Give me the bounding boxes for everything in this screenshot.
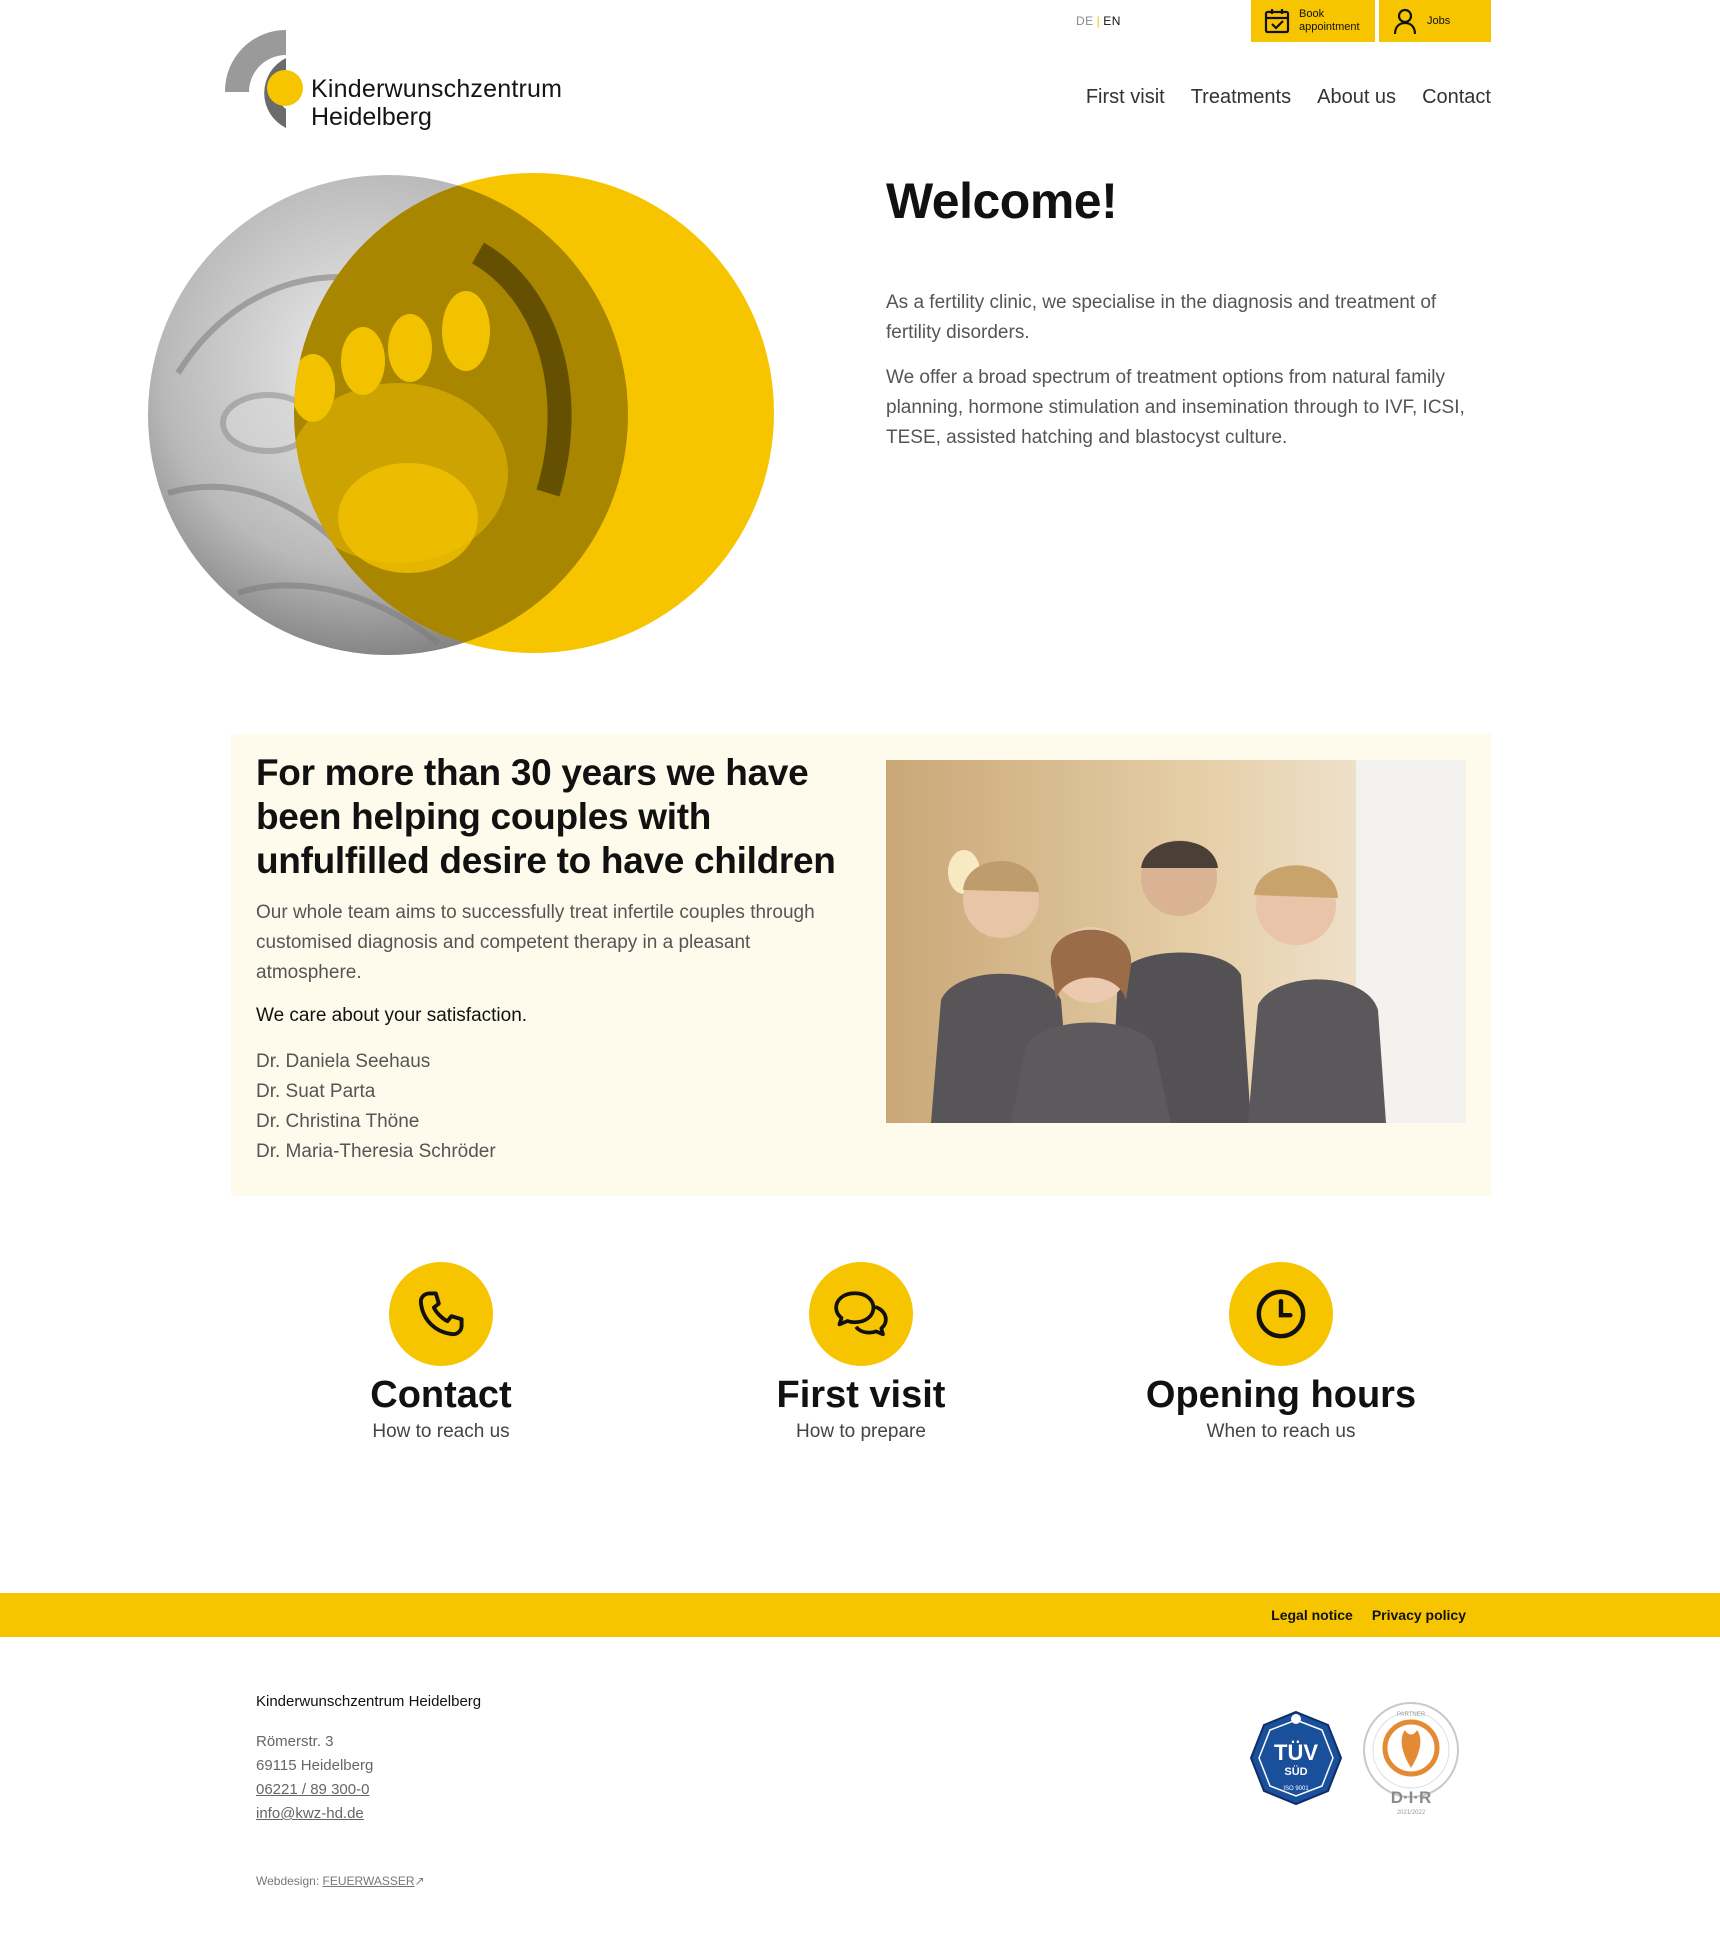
hero-title: Welcome!	[886, 173, 1118, 229]
feature-icon-circle	[1229, 1262, 1333, 1366]
feature-icon-circle	[809, 1262, 913, 1366]
doctor-name: Dr. Daniela Seehaus	[256, 1051, 431, 1072]
team-intro: Our whole team aims to successfully trea…	[256, 902, 815, 983]
user-icon	[1391, 7, 1419, 35]
footer-street: Römerstr. 3	[256, 1733, 334, 1750]
footer-clinic-name: Kinderwunschzentrum Heidelberg	[256, 1693, 482, 1710]
lang-separator: |	[1096, 14, 1101, 28]
credit-link[interactable]: FEUERWASSER	[323, 1874, 415, 1888]
nav-contact[interactable]: Contact	[1422, 86, 1491, 109]
dir-years: 2021/2022	[1397, 1810, 1426, 1816]
footer-phone-link[interactable]: 06221 / 89 300-0	[256, 1778, 373, 1802]
team-title: For more than 30 years we have been help…	[256, 752, 836, 881]
tuv-text: TÜV	[1274, 1740, 1318, 1765]
phone-icon	[418, 1291, 464, 1337]
team-section: For more than 30 years we have been help…	[231, 734, 1491, 1196]
feature-subtitle: When to reach us	[1206, 1421, 1356, 1442]
tuv-iso-text: ISO 9001	[1283, 1786, 1309, 1792]
team-satisfaction: We care about your satisfaction.	[256, 1005, 528, 1026]
doctor-list: Dr. Daniela Seehaus Dr. Suat Parta Dr. C…	[256, 1047, 496, 1167]
footer-city: 69115 Heidelberg	[256, 1757, 374, 1774]
team-photo	[886, 760, 1466, 1123]
footer-links: Legal notice Privacy policy	[1271, 1607, 1466, 1623]
book-appointment-label: Book appointment	[1299, 8, 1360, 33]
feature-subtitle: How to prepare	[796, 1421, 926, 1442]
feature-opening-hours[interactable]: Opening hours When to reach us	[1121, 1262, 1441, 1443]
legal-notice-link[interactable]: Legal notice	[1271, 1607, 1353, 1623]
logo-name-line2: Heidelberg	[311, 103, 432, 131]
calendar-check-icon	[1263, 7, 1291, 35]
lang-de-link[interactable]: DE	[1076, 14, 1094, 28]
external-link-icon: ↗	[414, 1874, 425, 1888]
hero-paragraph-2: We offer a broad spectrum of treatment o…	[886, 367, 1465, 448]
footer-bar: Legal notice Privacy policy	[0, 1593, 1720, 1637]
feature-contact[interactable]: Contact How to reach us	[281, 1262, 601, 1443]
doctor-name: Dr. Christina Thöne	[256, 1111, 420, 1132]
feature-title: Contact	[370, 1374, 512, 1416]
site-logo[interactable]: Kinderwunschzentrum Heidelberg	[225, 30, 585, 135]
book-appointment-button[interactable]: Book appointment	[1251, 0, 1375, 42]
dir-partner-text: PARTNER	[1397, 1712, 1426, 1718]
feature-icon-circle	[389, 1262, 493, 1366]
tuv-certification-badge: TÜV SÜD ISO 9001	[1249, 1710, 1343, 1806]
hero-paragraph-1: As a fertility clinic, we specialise in …	[886, 292, 1437, 343]
hero-text: Welcome! As a fertility clinic, we speci…	[886, 172, 1476, 453]
feature-first-visit[interactable]: First visit How to prepare	[701, 1262, 1021, 1443]
tuv-sub-text: SÜD	[1284, 1765, 1307, 1778]
language-switcher: DE | EN	[1076, 14, 1121, 28]
lang-en-link[interactable]: EN	[1103, 14, 1121, 28]
main-nav: First visit Treatments About us Contact	[1086, 86, 1491, 109]
jobs-label: Jobs	[1427, 14, 1451, 27]
hero-image	[148, 173, 774, 655]
webdesign-credit: Webdesign: FEUERWASSER↗	[256, 1874, 425, 1888]
nav-about-us[interactable]: About us	[1317, 86, 1396, 109]
logo-mark-icon	[225, 30, 303, 128]
nav-first-visit[interactable]: First visit	[1086, 86, 1165, 109]
nav-treatments[interactable]: Treatments	[1191, 86, 1291, 109]
doctor-name: Dr. Suat Parta	[256, 1081, 376, 1102]
feature-title: First visit	[776, 1374, 946, 1416]
footer-address: Römerstr. 3 69115 Heidelberg 06221 / 89 …	[256, 1730, 373, 1826]
chat-icon	[834, 1291, 888, 1337]
doctor-name: Dr. Maria-Theresia Schröder	[256, 1141, 496, 1162]
dir-letters: D·I·R	[1391, 1788, 1432, 1807]
credit-label: Webdesign:	[256, 1874, 320, 1888]
feature-subtitle: How to reach us	[372, 1421, 510, 1442]
jobs-button[interactable]: Jobs	[1379, 0, 1491, 42]
logo-name-line1: Kinderwunschzentrum	[311, 75, 563, 103]
privacy-policy-link[interactable]: Privacy policy	[1372, 1607, 1466, 1623]
footer-email-link[interactable]: info@kwz-hd.de	[256, 1802, 373, 1826]
clock-icon	[1256, 1289, 1306, 1339]
dir-partner-badge: PARTNER D·I·R 2021/2022	[1363, 1702, 1459, 1816]
feature-title: Opening hours	[1145, 1374, 1417, 1416]
